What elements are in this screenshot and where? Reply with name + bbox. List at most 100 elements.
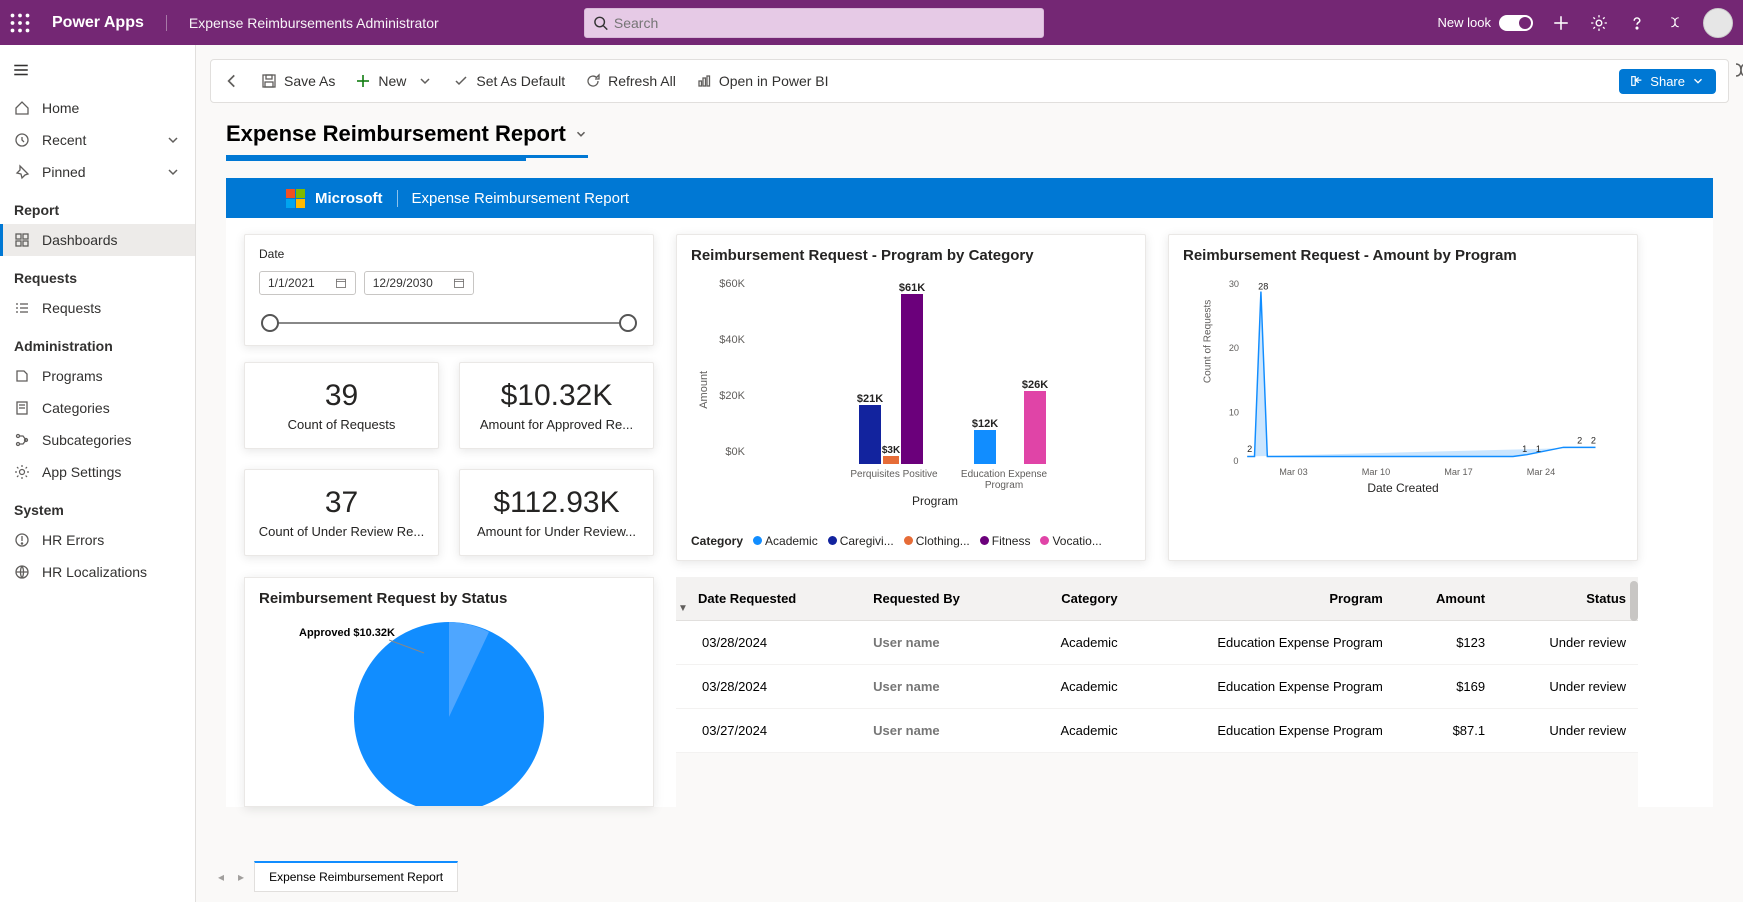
kpi-label: Count of Under Review Re... [255, 524, 428, 539]
search-input[interactable] [614, 15, 1035, 31]
chevron-down-icon[interactable] [417, 73, 433, 89]
nav-home[interactable]: Home [0, 92, 195, 124]
table-row[interactable]: 03/27/2024User nameAcademicEducation Exp… [676, 709, 1638, 753]
tab-next-icon[interactable]: ▸ [234, 870, 248, 884]
app-label: Expense Reimbursements Administrator [166, 15, 439, 31]
nav-pinned[interactable]: Pinned [0, 156, 195, 188]
date-to-input[interactable]: 12/29/2030 [364, 271, 474, 295]
global-header: Power Apps Expense Reimbursements Admini… [0, 0, 1743, 45]
share-button[interactable]: Share [1619, 69, 1716, 94]
cmd-label: Open in Power BI [719, 73, 829, 89]
table-row[interactable]: 03/28/2024User nameAcademicEducation Exp… [676, 621, 1638, 665]
user-avatar[interactable] [1703, 8, 1733, 38]
chart-title: Reimbursement Request - Amount by Progra… [1183, 247, 1623, 264]
slider-handle-start[interactable] [261, 314, 279, 332]
help-icon[interactable] [1627, 13, 1647, 33]
nav-categories[interactable]: Categories [0, 392, 195, 424]
svg-text:2: 2 [1591, 436, 1596, 446]
svg-text:28: 28 [1258, 282, 1268, 292]
y-axis: $0K $20K $40K $60K [701, 294, 745, 464]
svg-text:Mar 10: Mar 10 [1362, 467, 1391, 477]
copilot-side-icon[interactable] [1729, 59, 1743, 83]
gear-icon[interactable] [1589, 13, 1609, 33]
chevron-down-icon [1691, 74, 1705, 88]
new-look-label: New look [1438, 15, 1491, 30]
svg-text:1: 1 [1522, 444, 1527, 454]
col-program[interactable]: Program [1130, 577, 1395, 621]
kpi-label: Count of Requests [255, 417, 428, 432]
report-canvas: Microsoft Expense Reimbursement Report D… [226, 178, 1713, 807]
global-search[interactable] [584, 8, 1044, 38]
kpi-count-under-review[interactable]: 37Count of Under Review Re... [244, 469, 439, 556]
kpi-amount-under-review[interactable]: $112.93KAmount for Under Review... [459, 469, 654, 556]
chart-title: Reimbursement Request by Status [259, 590, 639, 607]
bar-chart-tile[interactable]: Reimbursement Request - Program by Categ… [676, 234, 1146, 561]
plus-icon [355, 73, 371, 89]
nav-requests[interactable]: Requests [0, 292, 195, 324]
nav-label: Pinned [42, 164, 86, 180]
report-page-tabs: ◂ ▸ Expense Reimbursement Report [214, 861, 458, 892]
nav-label: Subcategories [42, 432, 132, 448]
chart-title: Reimbursement Request - Program by Categ… [691, 247, 1131, 264]
kpi-count-requests[interactable]: 39Count of Requests [244, 362, 439, 449]
col-category[interactable]: Category [1016, 577, 1129, 621]
svg-text:10: 10 [1229, 407, 1239, 417]
refresh-button[interactable]: Refresh All [585, 73, 676, 89]
back-button[interactable] [223, 72, 241, 90]
chart-icon [696, 73, 712, 89]
report-title[interactable]: Expense Reimbursement Report [226, 121, 588, 158]
report-tab[interactable]: Expense Reimbursement Report [254, 861, 458, 892]
cmd-label: Refresh All [608, 73, 676, 89]
kpi-value: $10.32K [470, 379, 643, 413]
table-row[interactable]: 03/28/2024User nameAcademicEducation Exp… [676, 665, 1638, 709]
save-as-button[interactable]: Save As [261, 73, 335, 89]
date-from-input[interactable]: 1/1/2021 [259, 271, 356, 295]
slider-handle-end[interactable] [619, 314, 637, 332]
check-icon [453, 73, 469, 89]
svg-text:2: 2 [1577, 436, 1582, 446]
pie-chart-tile[interactable]: Reimbursement Request by Status Approved… [244, 577, 654, 807]
col-amount[interactable]: Amount [1395, 577, 1497, 621]
nav-hr-errors[interactable]: HR Errors [0, 524, 195, 556]
copilot-icon[interactable] [1665, 13, 1685, 33]
new-button[interactable]: New [355, 73, 433, 89]
command-bar: Save As New Set As Default Refresh All O… [210, 59, 1729, 103]
date-label: Date [259, 247, 639, 261]
band-title: Expense Reimbursement Report [397, 190, 630, 207]
nav-programs[interactable]: Programs [0, 360, 195, 392]
requests-table[interactable]: ▼Date Requested Requested By Category Pr… [676, 577, 1638, 807]
chevron-down-icon[interactable] [165, 132, 181, 148]
add-icon[interactable] [1551, 13, 1571, 33]
col-by[interactable]: Requested By [861, 577, 1016, 621]
new-look-toggle[interactable]: New look [1438, 15, 1533, 31]
toggle-switch[interactable] [1499, 15, 1533, 31]
scrollbar[interactable] [1630, 581, 1638, 621]
calendar-icon [453, 277, 465, 289]
nav-app-settings[interactable]: App Settings [0, 456, 195, 488]
nav-recent[interactable]: Recent [0, 124, 195, 156]
nav-hr-localizations[interactable]: HR Localizations [0, 556, 195, 588]
waffle-icon[interactable] [10, 13, 30, 33]
col-date[interactable]: ▼Date Requested [676, 577, 861, 621]
date-range-slider[interactable] [259, 313, 639, 333]
nav-dashboards[interactable]: Dashboards [0, 224, 195, 256]
svg-text:Mar 24: Mar 24 [1527, 467, 1556, 477]
nav-label: Recent [42, 132, 86, 148]
line-chart-tile[interactable]: Reimbursement Request - Amount by Progra… [1168, 234, 1638, 561]
kpi-amount-approved[interactable]: $10.32KAmount for Approved Re... [459, 362, 654, 449]
nav-label: Dashboards [42, 232, 118, 248]
tab-prev-icon[interactable]: ◂ [214, 870, 228, 884]
col-status[interactable]: Status [1497, 577, 1638, 621]
ms-logo-icon [286, 189, 305, 208]
microsoft-logo: Microsoft [286, 189, 383, 208]
nav-section-report: Report [0, 188, 195, 224]
cmd-label: Share [1650, 74, 1685, 89]
nav-label: Categories [42, 400, 110, 416]
open-power-bi-button[interactable]: Open in Power BI [696, 73, 829, 89]
chevron-down-icon[interactable] [165, 164, 181, 180]
app-name[interactable]: Power Apps [52, 14, 144, 32]
chevron-down-icon[interactable] [574, 127, 588, 141]
nav-subcategories[interactable]: Subcategories [0, 424, 195, 456]
menu-toggle-icon[interactable] [0, 53, 195, 92]
set-default-button[interactable]: Set As Default [453, 73, 565, 89]
